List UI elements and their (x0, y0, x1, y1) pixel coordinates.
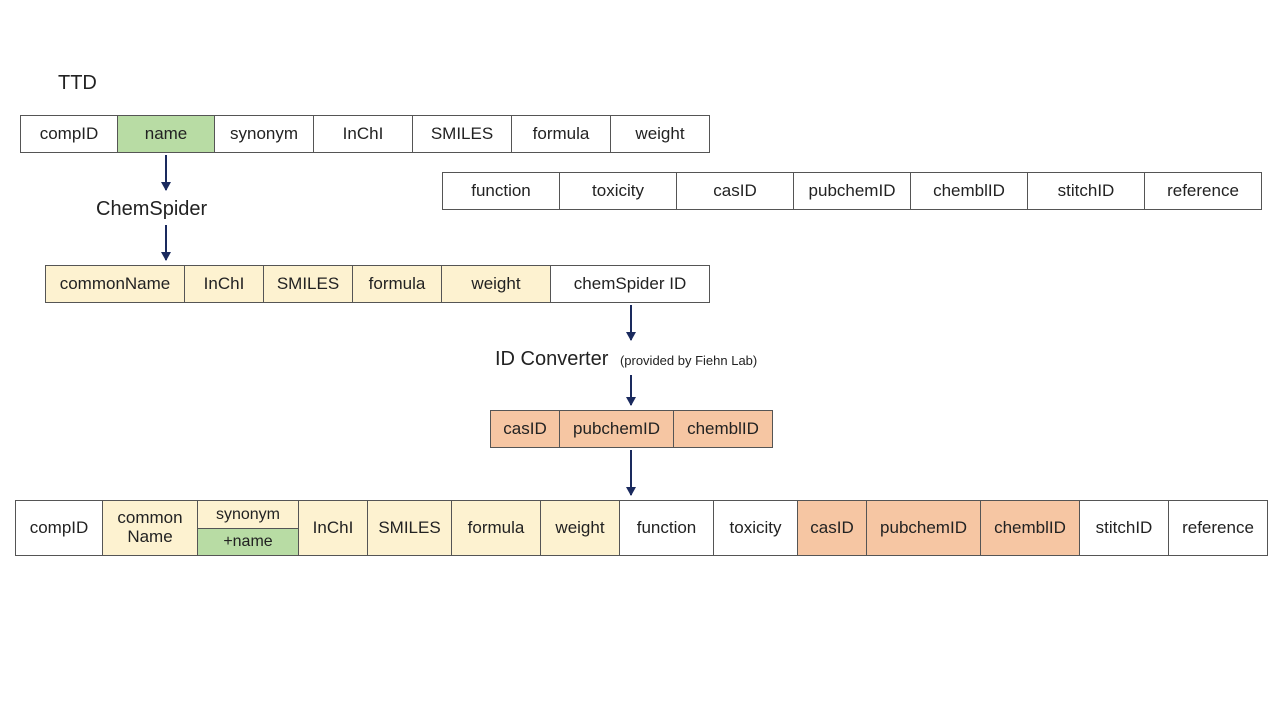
cell-cs-smiles: SMILES (263, 265, 353, 303)
final-function: function (619, 500, 714, 556)
label-idconverter-note: (provided by Fiehn Lab) (620, 353, 757, 368)
arrow-idconv-to-ids (630, 375, 632, 405)
row-ttd: compID name synonym InChI SMILES formula… (20, 115, 710, 153)
final-casid: casID (797, 500, 867, 556)
row-final: compID commonName synonym +name InChI SM… (15, 500, 1268, 556)
final-compid: compID (15, 500, 103, 556)
final-weight: weight (540, 500, 620, 556)
final-stitchid: stitchID (1079, 500, 1169, 556)
row-idconv: casID pubchemID chemblID (490, 410, 773, 448)
cell-chemblid: chemblID (910, 172, 1028, 210)
final-reference: reference (1168, 500, 1268, 556)
final-pubchemid: pubchemID (866, 500, 981, 556)
cell-smiles: SMILES (412, 115, 512, 153)
cell-conv-casid: casID (490, 410, 560, 448)
cell-cs-weight: weight (441, 265, 551, 303)
row-chemspider: commonName InChI SMILES formula weight c… (45, 265, 710, 303)
cell-cs-formula: formula (352, 265, 442, 303)
final-inchi: InChI (298, 500, 368, 556)
cell-conv-pubchemid: pubchemID (559, 410, 674, 448)
cell-inchi: InChI (313, 115, 413, 153)
cell-weight: weight (610, 115, 710, 153)
cell-reference: reference (1144, 172, 1262, 210)
cell-conv-chemblid: chemblID (673, 410, 773, 448)
final-synonym: synonym (197, 500, 299, 529)
cell-chemspiderid: chemSpider ID (550, 265, 710, 303)
final-commonname: commonName (102, 500, 198, 556)
cell-toxicity: toxicity (559, 172, 677, 210)
label-idconverter-text: ID Converter (495, 348, 608, 370)
final-formula: formula (451, 500, 541, 556)
arrow-csid-to-idconv (630, 305, 632, 340)
cell-name: name (117, 115, 215, 153)
cell-commonname: commonName (45, 265, 185, 303)
cell-pubchemid: pubchemID (793, 172, 911, 210)
arrow-ttd-to-chemspider (165, 155, 167, 190)
row-extra: function toxicity casID pubchemID chembl… (442, 172, 1262, 210)
final-plusname: +name (197, 528, 299, 556)
label-chemspider: ChemSpider (96, 198, 207, 221)
cell-cs-inchi: InChI (184, 265, 264, 303)
cell-function: function (442, 172, 560, 210)
cell-casid: casID (676, 172, 794, 210)
cell-synonym: synonym (214, 115, 314, 153)
label-idconverter: ID Converter (provided by Fiehn Lab) (495, 348, 757, 371)
arrow-chemspider-to-row (165, 225, 167, 260)
final-smiles: SMILES (367, 500, 452, 556)
arrow-ids-to-final (630, 450, 632, 495)
label-ttd: TTD (58, 72, 97, 95)
cell-formula: formula (511, 115, 611, 153)
final-toxicity: toxicity (713, 500, 798, 556)
final-chemblid: chemblID (980, 500, 1080, 556)
cell-stitchid: stitchID (1027, 172, 1145, 210)
cell-compid: compID (20, 115, 118, 153)
